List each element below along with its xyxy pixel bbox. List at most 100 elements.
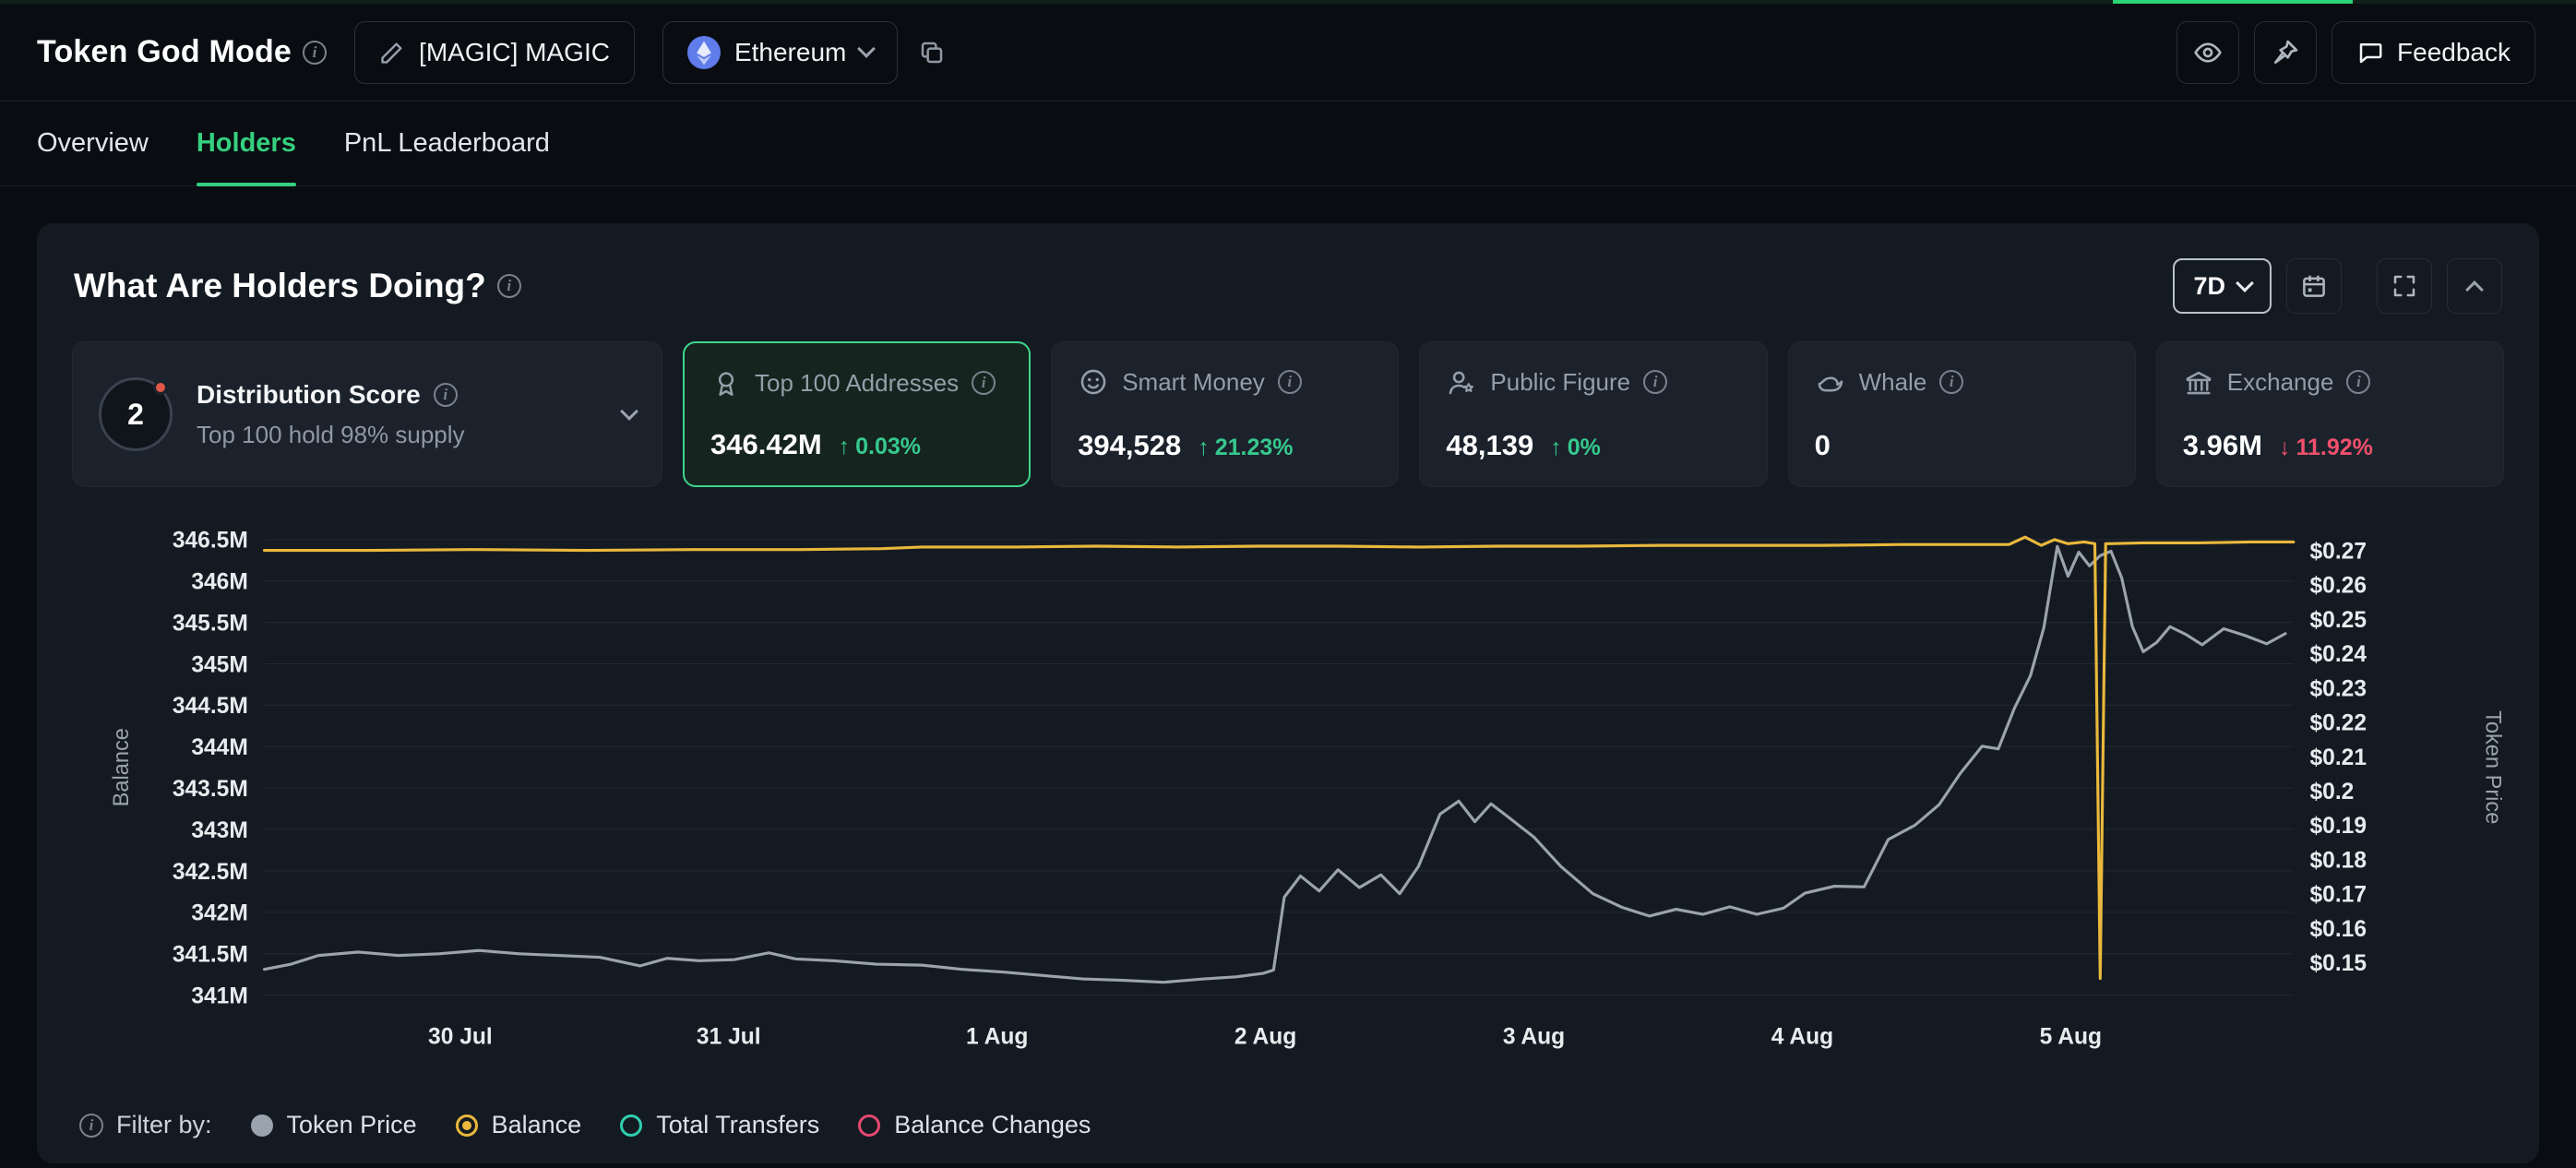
network-label: Ethereum — [734, 38, 846, 67]
stat-title: Whale — [1859, 368, 1927, 397]
stat-value: 48,139 — [1446, 429, 1533, 462]
info-icon[interactable] — [1939, 370, 1963, 394]
filter-balance[interactable]: Balance — [456, 1111, 582, 1139]
chevron-down-icon — [2236, 274, 2254, 292]
svg-text:342.5M: 342.5M — [173, 860, 248, 885]
stat-card-top-100-addresses[interactable]: Top 100 Addresses 346.42M ↑0.03% — [683, 341, 1031, 487]
svg-text:346.5M: 346.5M — [173, 529, 248, 554]
calendar-button[interactable] — [2286, 258, 2342, 314]
info-icon[interactable] — [79, 1114, 103, 1138]
panel-title: What Are Holders Doing? — [74, 267, 486, 305]
feedback-label: Feedback — [2397, 38, 2510, 67]
panel-controls: 7D — [2173, 258, 2502, 314]
svg-text:344.5M: 344.5M — [173, 694, 248, 719]
pin-icon — [2271, 38, 2300, 67]
panel-title-info-icon[interactable] — [497, 274, 521, 298]
svg-text:30 Jul: 30 Jul — [428, 1025, 493, 1050]
distribution-score-texts: Distribution Score Top 100 hold 98% supp… — [197, 380, 465, 449]
fullscreen-button[interactable] — [2377, 258, 2432, 314]
info-icon[interactable] — [434, 383, 458, 407]
copy-address-button[interactable] — [918, 39, 946, 66]
header-actions: Feedback — [2176, 21, 2535, 84]
tab-bar: Overview Holders PnL Leaderboard — [0, 101, 2576, 186]
exchange-icon — [2183, 366, 2214, 398]
svg-text:$0.25: $0.25 — [2310, 608, 2367, 633]
svg-text:$0.24: $0.24 — [2310, 642, 2367, 667]
calendar-icon — [2300, 272, 2328, 300]
stat-card-distribution-score[interactable]: 2 Distribution Score Top 100 hold 98% su… — [72, 341, 662, 487]
svg-text:3 Aug: 3 Aug — [1503, 1025, 1565, 1050]
top-progress-strip — [0, 0, 2576, 4]
tab-holders[interactable]: Holders — [197, 101, 296, 185]
page-title: Token God Mode — [37, 34, 292, 70]
svg-text:5 Aug: 5 Aug — [2040, 1025, 2102, 1050]
token-price-marker — [251, 1114, 273, 1137]
token-select-pill[interactable]: [MAGIC] MAGIC — [354, 21, 635, 84]
token-pill-label: [MAGIC] MAGIC — [419, 38, 610, 67]
filter-label: Token Price — [287, 1111, 417, 1139]
stat-change: ↑0.03% — [839, 434, 921, 460]
filter-token-price[interactable]: Token Price — [251, 1111, 417, 1139]
feedback-button[interactable]: Feedback — [2332, 21, 2535, 84]
stat-card-smart-money[interactable]: Smart Money 394,528 ↑21.23% — [1051, 341, 1399, 487]
stat-card-exchange[interactable]: Exchange 3.96M ↓11.92% — [2156, 341, 2504, 487]
public-figure-icon — [1446, 366, 1477, 398]
stat-change: ↑0% — [1550, 435, 1601, 461]
holders-panel: What Are Holders Doing? 7D — [37, 223, 2539, 1163]
stat-title: Public Figure — [1490, 368, 1630, 397]
ethereum-icon — [687, 36, 721, 69]
svg-text:345M: 345M — [191, 652, 247, 677]
watch-button[interactable] — [2176, 21, 2239, 84]
collapse-panel-button[interactable] — [2447, 258, 2502, 314]
stat-change: ↑21.23% — [1198, 435, 1293, 461]
whale-icon — [1815, 366, 1846, 398]
svg-text:Token Price: Token Price — [2480, 710, 2504, 824]
svg-text:343M: 343M — [191, 818, 247, 843]
filter-by-label-group: Filter by: — [79, 1111, 212, 1139]
info-icon[interactable] — [2346, 370, 2370, 394]
range-selector[interactable]: 7D — [2173, 258, 2272, 314]
balance-changes-marker — [858, 1114, 880, 1137]
stat-title: Distribution Score — [197, 380, 421, 410]
stat-title: Smart Money — [1122, 368, 1265, 397]
stat-change: ↓11.92% — [2279, 435, 2373, 461]
filter-by-label: Filter by: — [116, 1111, 212, 1139]
stat-title: Top 100 Addresses — [755, 369, 959, 398]
filter-balance-changes[interactable]: Balance Changes — [858, 1111, 1091, 1139]
svg-text:31 Jul: 31 Jul — [697, 1025, 761, 1050]
stat-card-whale[interactable]: Whale 0 — [1788, 341, 2136, 487]
page-title-info-icon[interactable] — [303, 41, 327, 65]
tab-overview[interactable]: Overview — [37, 101, 149, 185]
pin-button[interactable] — [2254, 21, 2317, 84]
chart-filter-legend: Filter by: Token Price Balance Total Tra… — [72, 1111, 2504, 1139]
top-100-addresses-icon — [710, 367, 742, 399]
chat-icon — [2356, 39, 2384, 66]
svg-text:$0.21: $0.21 — [2310, 745, 2367, 770]
filter-total-transfers[interactable]: Total Transfers — [620, 1111, 819, 1139]
svg-text:4 Aug: 4 Aug — [1771, 1025, 1833, 1050]
info-icon[interactable] — [972, 371, 996, 395]
chevron-down-icon — [857, 40, 876, 58]
svg-text:$0.19: $0.19 — [2310, 814, 2367, 839]
stat-value: 394,528 — [1078, 429, 1181, 462]
holders-chart-svg[interactable]: 346.5M346M345.5M345M344.5M344M343.5M343M… — [72, 511, 2504, 1102]
stat-card-public-figure[interactable]: Public Figure 48,139 ↑0% — [1419, 341, 1767, 487]
stat-value: 3.96M — [2183, 429, 2262, 462]
chevron-up-icon — [2465, 280, 2484, 299]
info-icon[interactable] — [1278, 370, 1302, 394]
holder-stats-row: 2 Distribution Score Top 100 hold 98% su… — [72, 341, 2504, 487]
info-icon[interactable] — [1643, 370, 1667, 394]
copy-icon — [918, 39, 946, 66]
distribution-score-value: 2 — [127, 398, 144, 432]
chevron-down-icon[interactable] — [620, 402, 638, 421]
tab-pnl-leaderboard[interactable]: PnL Leaderboard — [344, 101, 550, 185]
svg-text:$0.23: $0.23 — [2310, 676, 2367, 701]
filter-label: Balance — [492, 1111, 582, 1139]
top-progress-segment — [2113, 0, 2353, 4]
network-dropdown[interactable]: Ethereum — [662, 21, 898, 84]
svg-text:342M: 342M — [191, 901, 247, 926]
stat-title: Exchange — [2227, 368, 2334, 397]
app-header: Token God Mode [MAGIC] MAGIC Ethereum — [0, 4, 2576, 101]
svg-text:341M: 341M — [191, 983, 247, 1008]
balance-marker — [456, 1114, 478, 1137]
